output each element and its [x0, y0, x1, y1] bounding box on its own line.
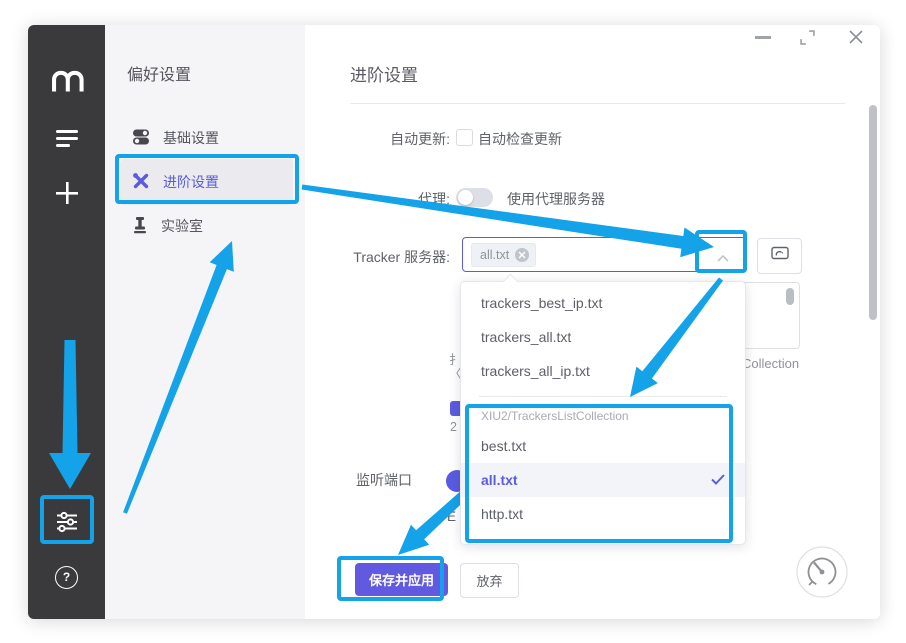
tracker-label: Tracker 服务器: [305, 247, 450, 267]
discard-button[interactable]: 放弃 [460, 563, 519, 598]
preferences-panel: 偏好设置 基础设置 [105, 25, 305, 619]
close-button[interactable] [848, 29, 864, 50]
title-divider [350, 103, 845, 104]
task-list-icon[interactable] [28, 125, 105, 151]
annotation-box-preferences-icon [40, 495, 94, 544]
close-icon [848, 29, 864, 45]
toggle-knob [458, 190, 473, 205]
sidebar-item-lab[interactable]: 实验室 [120, 203, 293, 249]
help-glyph: ? [55, 566, 78, 589]
gauge-icon [796, 546, 848, 598]
auto-update-checkbox[interactable] [456, 129, 473, 146]
help-icon[interactable]: ? [28, 565, 105, 589]
speed-gauge-button[interactable] [796, 546, 848, 598]
proxy-toggle[interactable] [456, 188, 493, 207]
clipped-text-fragment: 扌 〈 [449, 353, 460, 383]
maximize-icon [800, 30, 815, 45]
textarea-scrollbar[interactable] [786, 288, 794, 305]
screen: ? 偏好设置 基础设置 [0, 0, 906, 643]
auto-update-option[interactable]: 自动检查更新 [478, 129, 562, 149]
add-task-icon[interactable] [28, 180, 105, 206]
listen-port-label: 监听端口 [356, 470, 412, 490]
sidebar-item-label: 实验室 [161, 216, 203, 236]
sync-tracker-button[interactable] [757, 238, 802, 274]
annotation-box-advanced-settings [115, 154, 299, 204]
app-window: ? 偏好设置 基础设置 [28, 25, 880, 619]
clipped-letter-fragment: E [447, 509, 456, 524]
stamp-icon [132, 216, 148, 237]
sidebar-item-label: 基础设置 [163, 128, 219, 148]
page-title: 进阶设置 [350, 61, 418, 86]
dropdown-item[interactable]: trackers_best_ip.txt [461, 286, 745, 320]
dropdown-divider [479, 396, 727, 397]
annotation-box-save-button [337, 556, 444, 601]
tag-remove-icon[interactable] [515, 248, 529, 262]
annotation-box-tracker-group [465, 404, 733, 543]
minimize-button[interactable] [755, 36, 771, 39]
dropdown-item[interactable]: trackers_all_ip.txt [461, 354, 745, 388]
tag-label: all.txt [480, 248, 509, 262]
main-scrollbar[interactable] [869, 105, 877, 320]
annotation-box-collapse-caret [695, 230, 747, 273]
motrix-logo-icon [28, 65, 105, 97]
clipped-checkbox-fragment [450, 401, 460, 416]
hint-text-fragment: Collection [742, 357, 799, 371]
screen-refresh-icon [770, 246, 790, 267]
auto-update-label: 自动更新: [305, 129, 450, 149]
maximize-button[interactable] [800, 30, 815, 50]
panel-title: 偏好设置 [127, 61, 191, 85]
dropdown-item[interactable]: trackers_all.txt [461, 320, 745, 354]
proxy-option: 使用代理服务器 [507, 189, 605, 209]
proxy-label: 代理: [305, 189, 450, 209]
clipped-number-fragment: 2 [450, 420, 457, 434]
tracker-tag: all.txt [471, 243, 536, 267]
double-toggle-icon [132, 128, 150, 149]
